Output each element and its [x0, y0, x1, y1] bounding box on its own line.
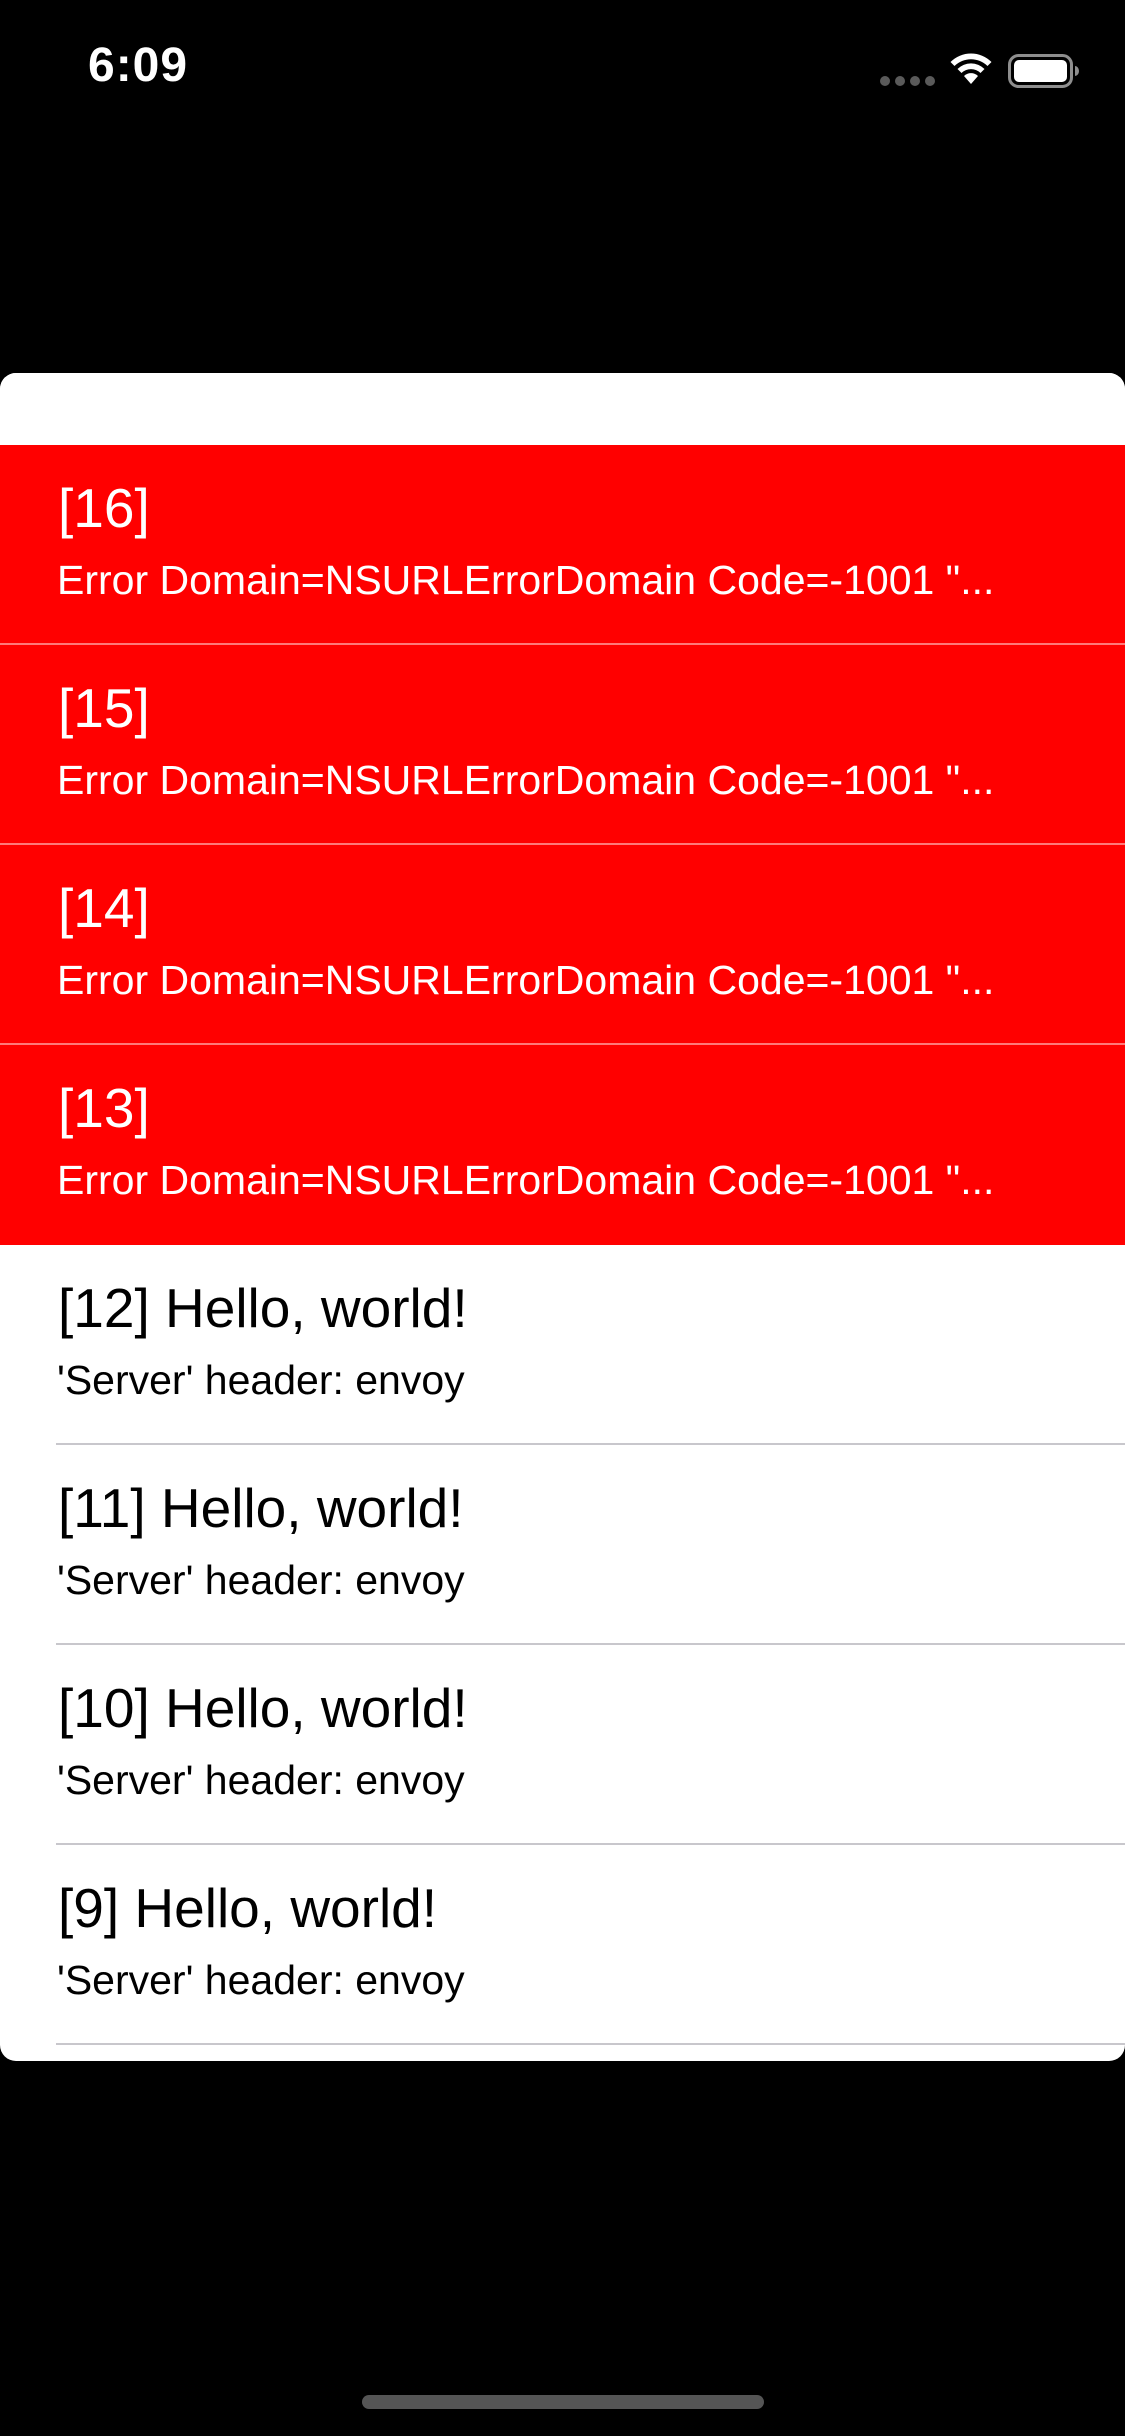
list-item-subtitle: Error Domain=NSURLErrorDomain Code=-1001… — [57, 957, 995, 1003]
row-separator — [56, 2043, 1125, 2045]
status-bar: 6:09 — [0, 0, 1125, 140]
wifi-icon — [950, 53, 992, 84]
list-item-title: [16] — [58, 477, 150, 539]
list-item-title: [14] — [58, 877, 150, 939]
list-item[interactable]: [13] Error Domain=NSURLErrorDomain Code=-… — [0, 1045, 1125, 1245]
cellular-signal-icon — [880, 76, 936, 86]
list-item-subtitle: 'Server' header: envoy — [57, 1757, 465, 1803]
list-item-title: [12] Hello, world! — [58, 1277, 468, 1339]
list-item-subtitle: 'Server' header: envoy — [57, 1557, 465, 1603]
list-item[interactable]: [10] Hello, world! 'Server' header: envoy — [0, 1645, 1125, 1845]
list-item-subtitle: Error Domain=NSURLErrorDomain Code=-1001… — [57, 757, 995, 803]
home-indicator[interactable] — [362, 2395, 764, 2409]
list-item-title: [9] Hello, world! — [58, 1877, 438, 1939]
status-time: 6:09 — [88, 39, 189, 92]
list-item-subtitle: 'Server' header: envoy — [57, 1957, 465, 2003]
battery-icon — [1008, 54, 1079, 88]
results-list: [16] Error Domain=NSURLErrorDomain Code=-… — [0, 373, 1125, 2061]
list-item-title: [10] Hello, world! — [58, 1677, 468, 1739]
list-item-subtitle: Error Domain=NSURLErrorDomain Code=-1001… — [57, 1157, 995, 1203]
list-item[interactable]: [14] Error Domain=NSURLErrorDomain Code=-… — [0, 845, 1125, 1045]
list-item[interactable]: [12] Hello, world! 'Server' header: envoy — [0, 1245, 1125, 1445]
list-item-title: [11] Hello, world! — [58, 1477, 464, 1539]
list-item-title: [15] — [58, 677, 150, 739]
list-item-title: [13] — [58, 1077, 150, 1139]
list-item[interactable]: [16] Error Domain=NSURLErrorDomain Code=-… — [0, 445, 1125, 645]
list-item[interactable]: [11] Hello, world! 'Server' header: envoy — [0, 1445, 1125, 1645]
app-screen: 6:09 [16] Error Domain=NSURLErrorDomain C… — [0, 0, 1125, 2436]
list-header — [0, 373, 1125, 445]
list-item-subtitle: 'Server' header: envoy — [57, 1357, 465, 1403]
list-rows: [16] Error Domain=NSURLErrorDomain Code=-… — [0, 445, 1125, 2045]
list-item[interactable]: [9] Hello, world! 'Server' header: envoy — [0, 1845, 1125, 2045]
list-item-subtitle: Error Domain=NSURLErrorDomain Code=-1001… — [57, 557, 995, 603]
list-item[interactable]: [15] Error Domain=NSURLErrorDomain Code=-… — [0, 645, 1125, 845]
